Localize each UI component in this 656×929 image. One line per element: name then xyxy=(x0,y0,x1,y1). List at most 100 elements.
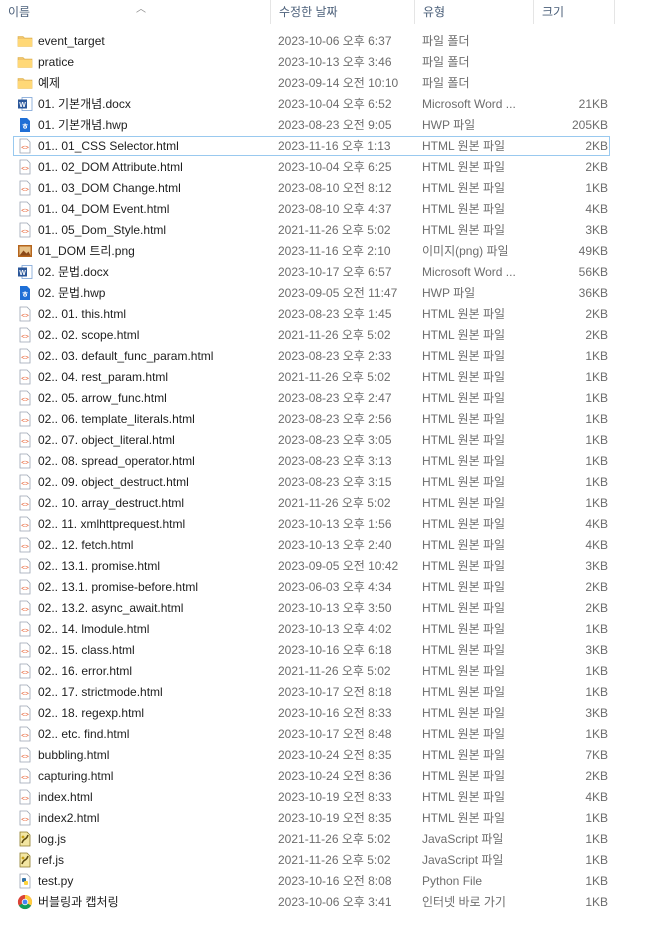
file-date: 2023-10-13 오후 1:56 xyxy=(278,517,392,531)
file-type: HTML 원본 파일 xyxy=(422,580,506,594)
svg-text:ㅎ: ㅎ xyxy=(21,122,28,131)
file-row[interactable]: 01_DOM 트리.png 2023-11-16 오후 2:10 이미지(png) … xyxy=(0,241,656,262)
file-size: 3KB xyxy=(585,706,608,720)
file-date: 2023-11-16 오후 1:13 xyxy=(278,139,391,153)
file-size: 4KB xyxy=(585,790,608,804)
file-row[interactable]: ㅎ 02. 문법.hwp 2023-09-05 오전 11:47 HWP 파일 36KB xyxy=(0,283,656,304)
file-row[interactable]: <> 02.. 17. strictmode.html 2023-10-17 오전 … xyxy=(0,682,656,703)
file-row[interactable]: log.js 2021-11-26 오후 5:02 JavaScript 파일 1KB xyxy=(0,829,656,850)
column-divider[interactable] xyxy=(614,0,615,24)
file-row[interactable]: test.py 2023-10-16 오전 8:08 Python File 1KB xyxy=(0,871,656,892)
file-row[interactable]: <> 02.. 08. spread_operator.html 2023-08-2… xyxy=(0,451,656,472)
file-date: 2023-08-23 오후 3:13 xyxy=(278,454,392,468)
file-type: HTML 원본 파일 xyxy=(422,139,506,153)
file-name: 02.. 11. xmlhttprequest.html xyxy=(38,517,186,531)
file-row[interactable]: <> 01.. 04_DOM Event.html 2023-08-10 오후 4:… xyxy=(0,199,656,220)
file-row[interactable]: <> 02.. etc. find.html 2023-10-17 오전 8:48 H… xyxy=(0,724,656,745)
file-row[interactable]: <> 02.. 03. default_func_param.html 2023-0… xyxy=(0,346,656,367)
file-row[interactable]: 버블링과 캡처링 2023-10-06 오후 3:41 인터넷 바로 가기 1KB xyxy=(0,892,656,913)
file-date: 2023-10-19 오전 8:35 xyxy=(278,811,392,825)
file-row[interactable]: <> 02.. 16. error.html 2021-11-26 오후 5:02 H… xyxy=(0,661,656,682)
file-row[interactable]: <> index.html 2023-10-19 오전 8:33 HTML 원본 파일… xyxy=(0,787,656,808)
column-header-type[interactable]: 유형 xyxy=(415,0,533,24)
file-row[interactable]: W 02. 문법.docx 2023-10-17 오후 6:57 Microsoft … xyxy=(0,262,656,283)
file-type: HTML 원본 파일 xyxy=(422,685,506,699)
file-row[interactable]: ref.js 2021-11-26 오후 5:02 JavaScript 파일 1KB xyxy=(0,850,656,871)
file-row[interactable]: <> 01.. 03_DOM Change.html 2023-08-10 오전 8… xyxy=(0,178,656,199)
file-row[interactable]: <> 02.. 15. class.html 2023-10-16 오후 6:18 H… xyxy=(0,640,656,661)
svg-text:<>: <> xyxy=(21,775,29,782)
file-row[interactable]: <> 02.. 14. lmodule.html 2023-10-13 오후 4:0… xyxy=(0,619,656,640)
file-row[interactable]: <> 02.. 13.1. promise.html 2023-09-05 오전 1… xyxy=(0,556,656,577)
file-type: HTML 원본 파일 xyxy=(422,202,506,216)
html-icon: <> xyxy=(17,327,33,343)
file-size: 4KB xyxy=(585,202,608,216)
png-icon xyxy=(17,243,33,259)
html-icon: <> xyxy=(17,642,33,658)
html-icon: <> xyxy=(17,159,33,175)
file-row[interactable]: <> 02.. 09. object_destruct.html 2023-08-2… xyxy=(0,472,656,493)
folder-icon xyxy=(17,33,33,49)
file-name: 01_DOM 트리.png xyxy=(38,244,135,258)
file-type: HTML 원본 파일 xyxy=(422,454,506,468)
file-row[interactable]: <> 01.. 02_DOM Attribute.html 2023-10-04 오… xyxy=(0,157,656,178)
file-size: 3KB xyxy=(585,223,608,237)
file-date: 2023-10-13 오후 3:46 xyxy=(278,55,392,69)
svg-text:<>: <> xyxy=(21,502,29,509)
file-date: 2023-08-23 오전 9:05 xyxy=(278,118,392,132)
column-header-name[interactable]: 이름 ︿ xyxy=(0,0,270,24)
file-row[interactable]: <> 02.. 12. fetch.html 2023-10-13 오후 2:40 H… xyxy=(0,535,656,556)
file-row[interactable]: <> 02.. 02. scope.html 2021-11-26 오후 5:02 H… xyxy=(0,325,656,346)
svg-text:<>: <> xyxy=(21,439,29,446)
file-row[interactable]: <> 02.. 01. this.html 2023-08-23 오후 1:45 HT… xyxy=(0,304,656,325)
file-type: HTML 원본 파일 xyxy=(422,433,506,447)
file-row[interactable]: ㅎ 01. 기본개념.hwp 2023-08-23 오전 9:05 HWP 파일 205… xyxy=(0,115,656,136)
js-icon xyxy=(17,852,33,868)
file-row[interactable]: <> 02.. 07. object_literal.html 2023-08-23… xyxy=(0,430,656,451)
file-name: 01. 기본개념.hwp xyxy=(38,118,128,132)
file-row[interactable]: <> 01.. 01_CSS Selector.html 2023-11-16 오후… xyxy=(0,136,656,157)
chrome-icon xyxy=(17,894,33,910)
file-name: 02.. 02. scope.html xyxy=(38,328,140,342)
file-row[interactable]: <> 01.. 05_Dom_Style.html 2021-11-26 오후 5:… xyxy=(0,220,656,241)
file-date: 2023-10-24 오전 8:36 xyxy=(278,769,392,783)
file-row[interactable]: W 01. 기본개념.docx 2023-10-04 오후 6:52 Microsof… xyxy=(0,94,656,115)
file-row[interactable]: <> 02.. 04. rest_param.html 2021-11-26 오후 … xyxy=(0,367,656,388)
file-row[interactable]: <> bubbling.html 2023-10-24 오전 8:35 HTML 원본… xyxy=(0,745,656,766)
file-row[interactable]: <> 02.. 11. xmlhttprequest.html 2023-10-13… xyxy=(0,514,656,535)
file-row[interactable]: <> 02.. 10. array_destruct.html 2021-11-26… xyxy=(0,493,656,514)
file-row[interactable]: <> 02.. 18. regexp.html 2023-10-16 오전 8:33… xyxy=(0,703,656,724)
file-row[interactable]: 예제 2023-09-14 오전 10:10 파일 폴더 xyxy=(0,73,656,94)
file-size: 1KB xyxy=(585,832,608,846)
file-date: 2021-11-26 오후 5:02 xyxy=(278,853,391,867)
svg-text:<>: <> xyxy=(21,670,29,677)
file-size: 36KB xyxy=(578,286,608,300)
file-size: 4KB xyxy=(585,538,608,552)
file-name: 01.. 04_DOM Event.html xyxy=(38,202,170,216)
column-header-size[interactable]: 크기 xyxy=(534,0,614,24)
html-icon: <> xyxy=(17,558,33,574)
file-date: 2021-11-26 오후 5:02 xyxy=(278,328,391,342)
file-name: 01.. 01_CSS Selector.html xyxy=(38,139,179,153)
file-row[interactable]: event_target 2023-10-06 오후 6:37 파일 폴더 xyxy=(0,31,656,52)
file-type: HTML 원본 파일 xyxy=(422,328,506,342)
file-type: HTML 원본 파일 xyxy=(422,160,506,174)
file-row[interactable]: <> 02.. 13.2. async_await.html 2023-10-13 … xyxy=(0,598,656,619)
file-row[interactable]: <> 02.. 06. template_literals.html 2023-08… xyxy=(0,409,656,430)
file-name: 01. 기본개념.docx xyxy=(38,97,131,111)
word-icon: W xyxy=(17,96,33,112)
column-header-date[interactable]: 수정한 날짜 xyxy=(271,0,414,24)
file-size: 1KB xyxy=(585,622,608,636)
file-row[interactable]: <> 02.. 05. arrow_func.html 2023-08-23 오후 … xyxy=(0,388,656,409)
file-type: HTML 원본 파일 xyxy=(422,475,506,489)
file-row[interactable]: <> index2.html 2023-10-19 오전 8:35 HTML 원본 파… xyxy=(0,808,656,829)
file-row[interactable]: pratice 2023-10-13 오후 3:46 파일 폴더 xyxy=(0,52,656,73)
file-size: 2KB xyxy=(585,307,608,321)
file-date: 2023-08-23 오후 2:56 xyxy=(278,412,392,426)
file-date: 2023-10-13 오후 2:40 xyxy=(278,538,392,552)
hwp-icon: ㅎ xyxy=(17,285,33,301)
file-size: 2KB xyxy=(585,601,608,615)
file-row[interactable]: <> 02.. 13.1. promise-before.html 2023-06-… xyxy=(0,577,656,598)
file-row[interactable]: <> capturing.html 2023-10-24 오전 8:36 HTML 원… xyxy=(0,766,656,787)
file-name: 버블링과 캡처링 xyxy=(38,895,119,909)
